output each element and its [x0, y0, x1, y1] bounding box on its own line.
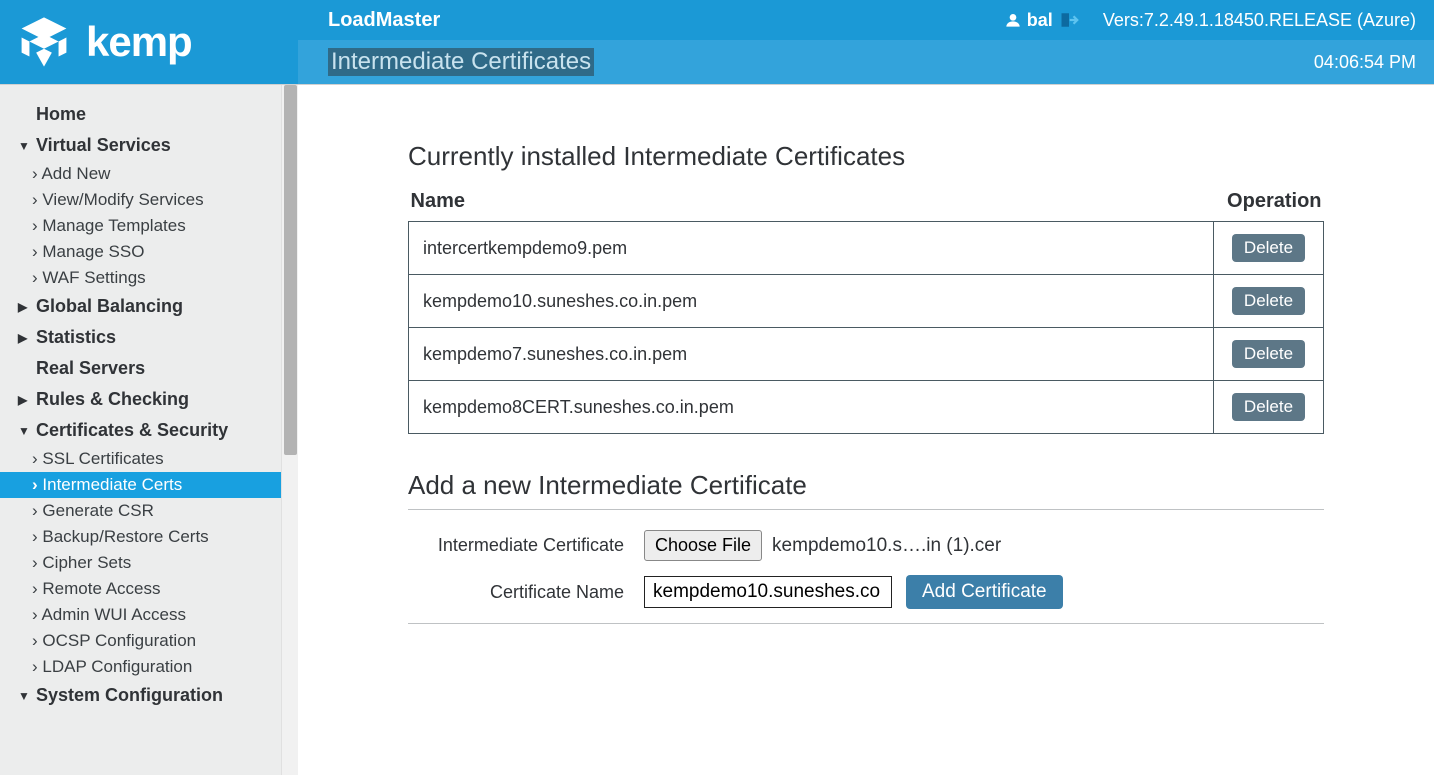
- name-row: Certificate Name Add Certificate: [408, 575, 1324, 609]
- delete-button[interactable]: Delete: [1232, 234, 1305, 262]
- version-text: Vers:7.2.49.1.18450.RELEASE (Azure): [1103, 10, 1416, 31]
- header-top-bar: LoadMaster bal Vers:7.2.49.1.18450.RELEA…: [298, 0, 1434, 40]
- sidebar-item-intermediate-certs[interactable]: Intermediate Certs: [0, 472, 298, 498]
- divider: [408, 623, 1324, 624]
- sidebar-item-admin-wui[interactable]: Admin WUI Access: [0, 602, 298, 628]
- sidebar-item-generate-csr[interactable]: Generate CSR: [0, 498, 298, 524]
- table-row: kempdemo8CERT.suneshes.co.in.pem Delete: [409, 381, 1324, 434]
- caret-down-icon: ▼: [18, 424, 32, 438]
- sidebar-item-backup-restore[interactable]: Backup/Restore Certs: [0, 524, 298, 550]
- cert-name: intercertkempdemo9.pem: [409, 222, 1214, 275]
- kemp-logo-icon: [16, 14, 72, 70]
- add-certificate-button[interactable]: Add Certificate: [906, 575, 1063, 609]
- logo-text: kemp: [86, 18, 192, 66]
- sidebar: Home ▼Virtual Services Add New View/Modi…: [0, 85, 298, 775]
- cert-table: Name Operation intercertkempdemo9.pem De…: [408, 184, 1324, 434]
- sidebar-item-manage-templates[interactable]: Manage Templates: [0, 213, 298, 239]
- caret-down-icon: ▼: [18, 139, 32, 153]
- name-label: Certificate Name: [408, 582, 644, 603]
- sidebar-cat-virtual-services[interactable]: ▼Virtual Services: [0, 130, 298, 161]
- sidebar-item-ocsp[interactable]: OCSP Configuration: [0, 628, 298, 654]
- sidebar-item-cipher-sets[interactable]: Cipher Sets: [0, 550, 298, 576]
- sidebar-cat-rules-checking[interactable]: ▶Rules & Checking: [0, 384, 298, 415]
- cert-name-input[interactable]: [644, 576, 892, 608]
- col-name: Name: [409, 184, 1214, 222]
- installed-title: Currently installed Intermediate Certifi…: [408, 141, 1324, 172]
- table-row: intercertkempdemo9.pem Delete: [409, 222, 1324, 275]
- page-title: Intermediate Certificates: [328, 48, 594, 76]
- add-title: Add a new Intermediate Certificate: [408, 470, 1324, 501]
- delete-button[interactable]: Delete: [1232, 340, 1305, 368]
- sidebar-item-manage-sso[interactable]: Manage SSO: [0, 239, 298, 265]
- logout-icon[interactable]: [1059, 11, 1079, 29]
- table-row: kempdemo10.suneshes.co.in.pem Delete: [409, 275, 1324, 328]
- delete-button[interactable]: Delete: [1232, 393, 1305, 421]
- table-row: kempdemo7.suneshes.co.in.pem Delete: [409, 328, 1324, 381]
- cert-name: kempdemo10.suneshes.co.in.pem: [409, 275, 1214, 328]
- scrollbar[interactable]: [281, 85, 298, 775]
- sidebar-item-ldap[interactable]: LDAP Configuration: [0, 654, 298, 680]
- caret-down-icon: ▼: [18, 689, 32, 703]
- scrollbar-thumb[interactable]: [284, 85, 297, 455]
- main-content: Currently installed Intermediate Certifi…: [298, 85, 1434, 775]
- header: kemp LoadMaster bal Vers:7.2.49.1.18450.…: [0, 0, 1434, 84]
- choose-file-button[interactable]: Choose File: [644, 530, 762, 561]
- divider: [408, 509, 1324, 510]
- sidebar-cat-global-balancing[interactable]: ▶Global Balancing: [0, 291, 298, 322]
- logo-block: kemp: [0, 0, 298, 84]
- sidebar-cat-certificates-security[interactable]: ▼Certificates & Security: [0, 415, 298, 446]
- caret-right-icon: ▶: [18, 331, 32, 345]
- sidebar-item-remote-access[interactable]: Remote Access: [0, 576, 298, 602]
- clock: 04:06:54 PM: [1314, 52, 1416, 73]
- sidebar-item-home[interactable]: Home: [0, 99, 298, 130]
- header-user[interactable]: bal: [1005, 10, 1079, 31]
- sidebar-cat-system-config[interactable]: ▼System Configuration: [0, 680, 298, 711]
- user-icon: [1005, 12, 1021, 28]
- cert-name: kempdemo8CERT.suneshes.co.in.pem: [409, 381, 1214, 434]
- cert-name: kempdemo7.suneshes.co.in.pem: [409, 328, 1214, 381]
- delete-button[interactable]: Delete: [1232, 287, 1305, 315]
- file-row: Intermediate Certificate Choose File kem…: [408, 530, 1324, 561]
- chosen-file-name: kempdemo10.s….in (1).cer: [772, 535, 1001, 557]
- sidebar-item-add-new[interactable]: Add New: [0, 161, 298, 187]
- caret-right-icon: ▶: [18, 393, 32, 407]
- app-title: LoadMaster: [328, 9, 1005, 32]
- caret-right-icon: ▶: [18, 300, 32, 314]
- sidebar-item-ssl-certs[interactable]: SSL Certificates: [0, 446, 298, 472]
- sidebar-item-real-servers[interactable]: Real Servers: [0, 353, 298, 384]
- sidebar-item-waf-settings[interactable]: WAF Settings: [0, 265, 298, 291]
- header-sub-bar: Intermediate Certificates 04:06:54 PM: [298, 40, 1434, 84]
- username: bal: [1027, 10, 1053, 31]
- sidebar-cat-statistics[interactable]: ▶Statistics: [0, 322, 298, 353]
- col-operation: Operation: [1214, 184, 1324, 222]
- sidebar-item-view-modify[interactable]: View/Modify Services: [0, 187, 298, 213]
- file-label: Intermediate Certificate: [408, 535, 644, 556]
